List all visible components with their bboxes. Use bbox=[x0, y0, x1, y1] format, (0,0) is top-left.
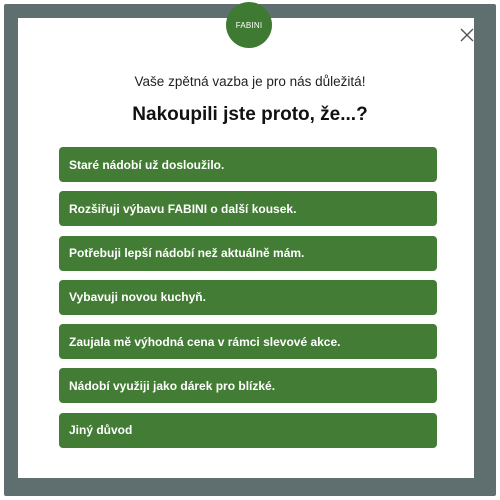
answer-option-expand-collection[interactable]: Rozšiřuji výbavu FABINI o další kousek. bbox=[59, 191, 437, 227]
answer-option-better-cookware[interactable]: Potřebuji lepší nádobí než aktuálně mám. bbox=[59, 235, 437, 271]
feedback-question: Nakoupili jste proto, že...? bbox=[132, 104, 368, 125]
answer-option-gift[interactable]: Nádobí využiji jako dárek pro blízké. bbox=[59, 368, 437, 404]
answer-option-discount[interactable]: Zaujala mě výhodná cena v rámci slevové … bbox=[59, 324, 437, 360]
brand-logo-text: FABINI bbox=[235, 20, 263, 30]
close-icon[interactable] bbox=[458, 26, 476, 44]
brand-logo: FABINI bbox=[226, 2, 272, 48]
answer-option-other[interactable]: Jiný důvod bbox=[59, 412, 437, 448]
feedback-subtitle: Vaše zpětná vazba je pro nás důležitá! bbox=[134, 74, 366, 89]
answer-options: Staré nádobí už dosloužilo. Rozšiřuji vý… bbox=[59, 147, 437, 457]
answer-option-new-kitchen[interactable]: Vybavuji novou kuchyň. bbox=[59, 279, 437, 315]
answer-option-old-cookware[interactable]: Staré nádobí už dosloužilo. bbox=[59, 147, 437, 182]
